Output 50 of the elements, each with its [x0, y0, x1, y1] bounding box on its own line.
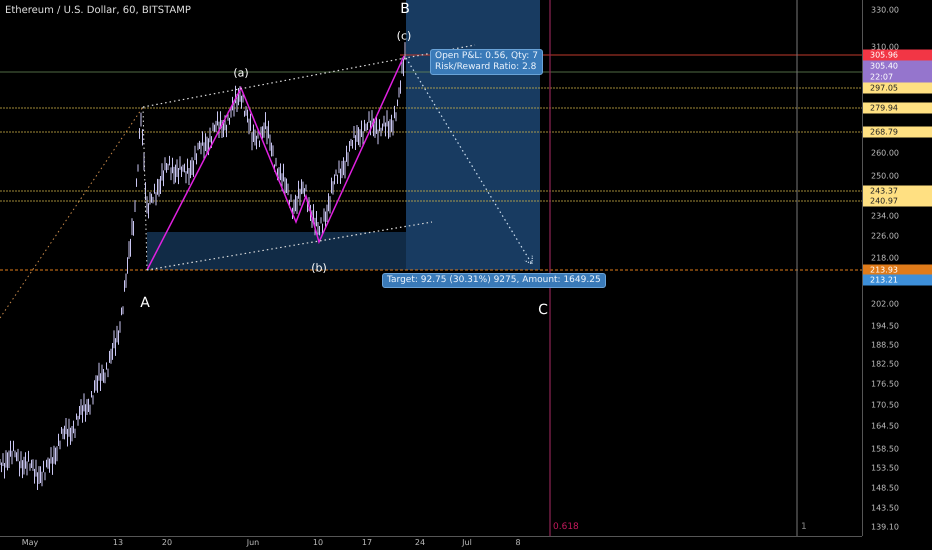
- price-tag: 243.37: [863, 186, 932, 196]
- time-tick: 10: [312, 538, 324, 547]
- price-tag: 305.40: [863, 60, 932, 72]
- wave-label: C: [538, 302, 548, 318]
- price-tick: 148.50: [871, 483, 899, 492]
- price-tick: 202.00: [871, 299, 899, 308]
- price-tick: 226.00: [871, 232, 899, 241]
- wave-label: (b): [311, 262, 327, 274]
- time-tick: May: [22, 538, 38, 547]
- price-tag: 213.21: [863, 274, 932, 286]
- wave-label: A: [140, 295, 150, 311]
- price-tick: 158.50: [871, 444, 899, 454]
- fib-label: 1: [801, 522, 807, 532]
- price-tag: 305.96: [863, 50, 932, 60]
- time-tick: Jun: [246, 538, 260, 547]
- time-tick: 8: [515, 538, 521, 547]
- price-tag: 297.05: [863, 82, 932, 94]
- price-tag: 22:07: [863, 72, 932, 82]
- price-tick: 260.00: [871, 148, 899, 158]
- price-tick: 330.00: [871, 6, 899, 14]
- price-tag: 240.97: [863, 196, 932, 206]
- risk-reward-text: Risk/Reward Ratio: 2.8: [435, 62, 538, 73]
- price-tick: 234.00: [871, 211, 899, 220]
- time-tick: 13: [112, 538, 124, 547]
- wave-label: (c): [396, 30, 412, 42]
- wave-label: (a): [233, 66, 249, 80]
- time-tick: Jul: [462, 538, 472, 547]
- price-tag: 213.93: [863, 264, 932, 276]
- wave-label: B: [400, 1, 410, 17]
- time-tick: 17: [362, 538, 372, 547]
- chart-title: Ethereum / U.S. Dollar, 60, BITSTAMP: [5, 5, 191, 16]
- price-tick: 176.50: [871, 380, 899, 389]
- price-tick: 164.50: [871, 422, 899, 431]
- price-tick: 139.10: [871, 522, 899, 532]
- time-tick: 24: [414, 538, 426, 547]
- price-tick: 188.50: [871, 340, 899, 350]
- fib-label: 0.618: [553, 522, 579, 532]
- price-tick: 153.50: [871, 463, 899, 472]
- price-tick: 310.00: [871, 42, 899, 52]
- target-label: Target: 92.75 (30.31%) 9275, Amount: 1649.25: [382, 273, 606, 288]
- open-pnl-text: Open P&L: 0.56, Qty: 7: [435, 51, 538, 62]
- price-tag: 279.94: [863, 102, 932, 114]
- price-tick: 250.00: [871, 172, 899, 181]
- price-tick: 170.50: [871, 400, 899, 410]
- time-tick: 20: [162, 538, 172, 547]
- price-tick: 182.50: [871, 360, 899, 369]
- price-tick: 218.00: [871, 253, 899, 262]
- price-tag: 268.79: [863, 126, 932, 138]
- price-tick: 194.50: [871, 322, 899, 331]
- price-tick: 143.50: [871, 503, 899, 512]
